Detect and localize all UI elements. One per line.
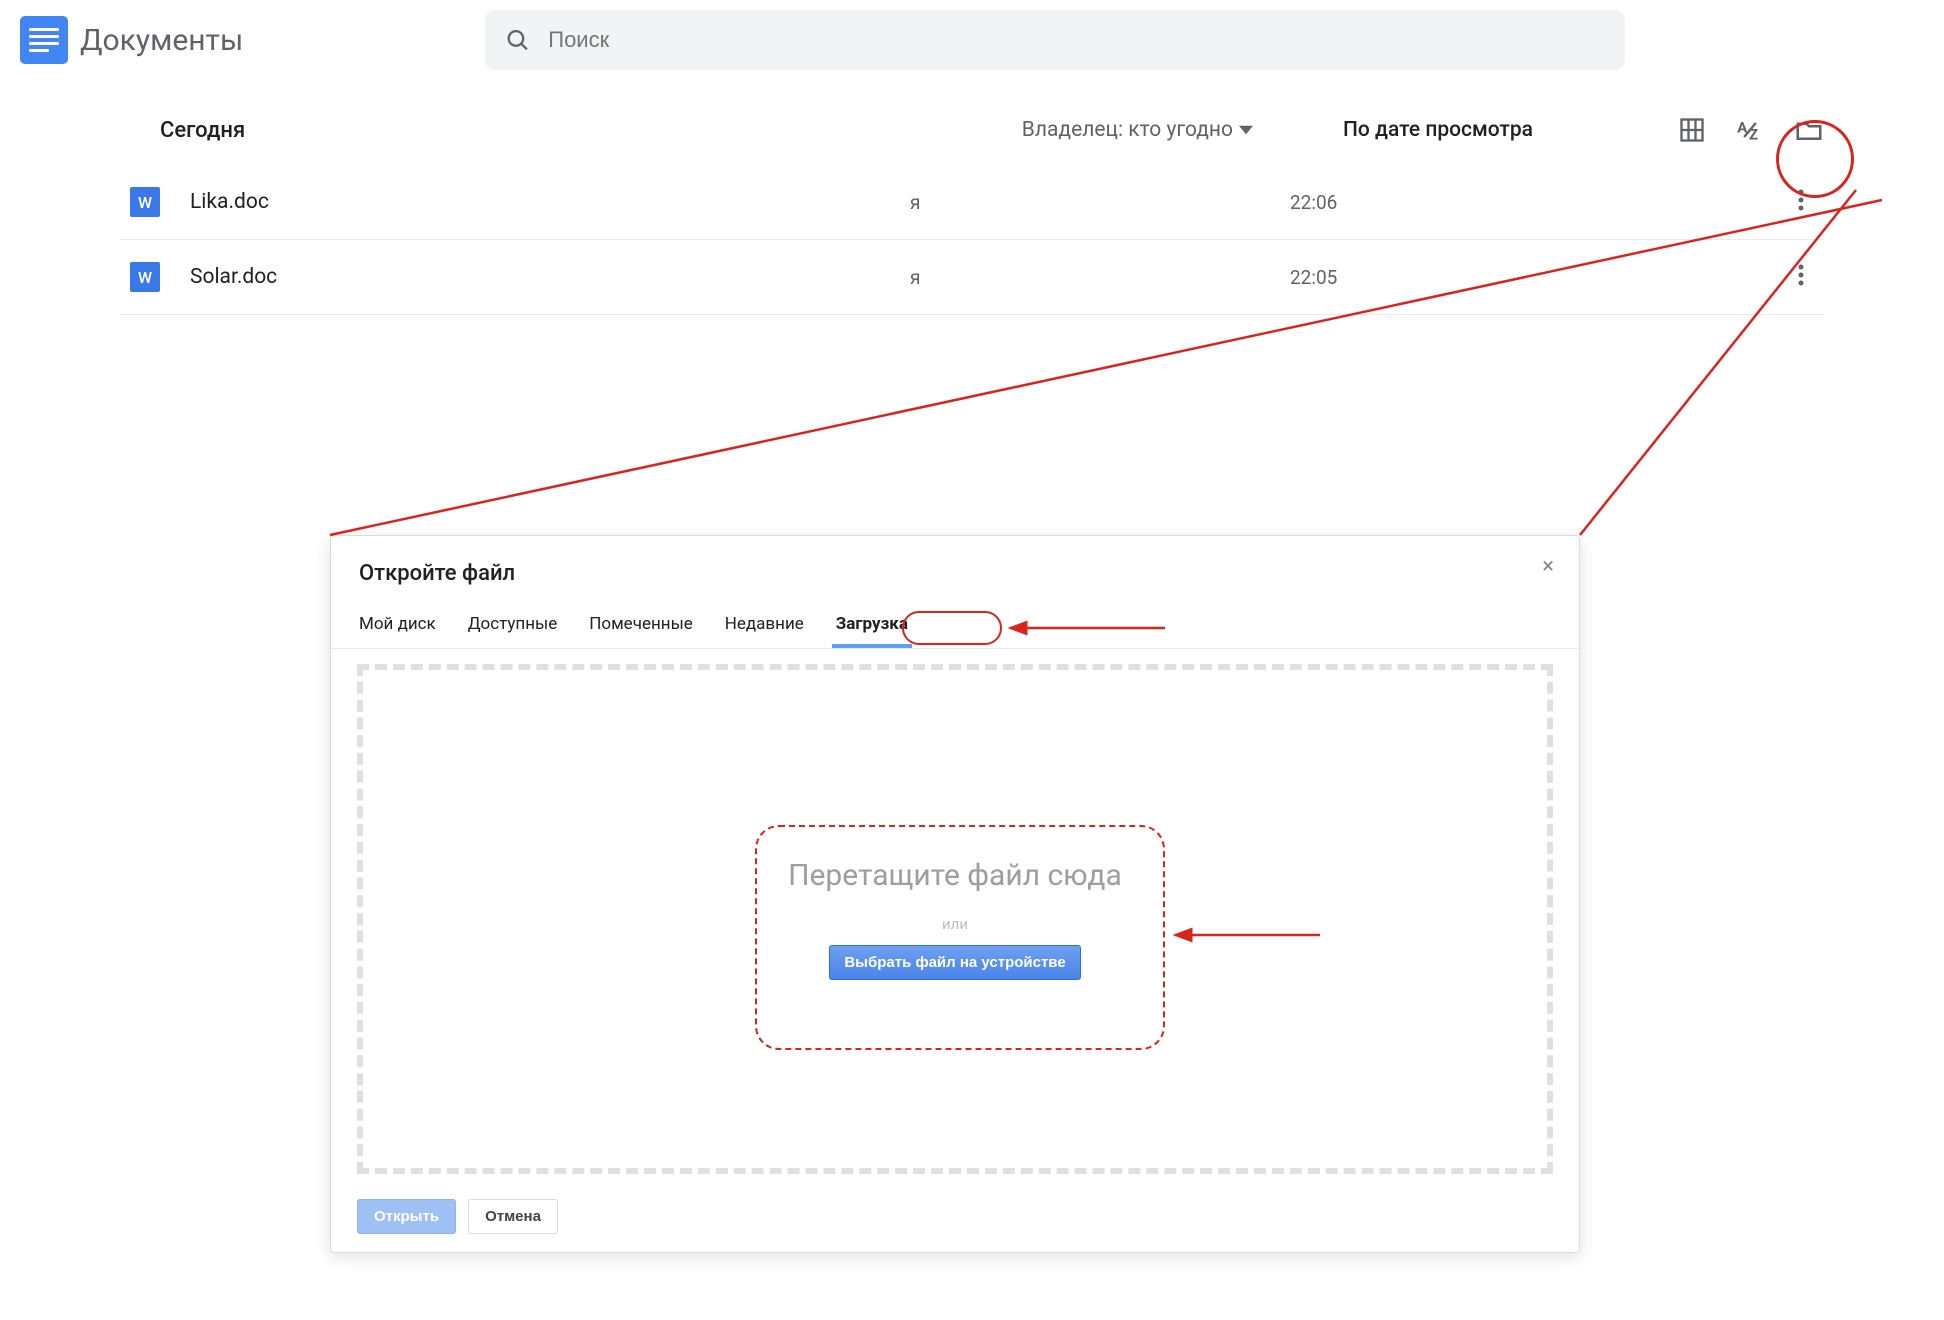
tab-starred[interactable]: Помеченные (589, 604, 693, 648)
more-options-icon[interactable] (1778, 263, 1824, 291)
open-file-dialog: Откройте файл × Мой диск Доступные Помеч… (330, 535, 1580, 1253)
dialog-title: Откройте файл (331, 556, 1579, 604)
tab-recent[interactable]: Недавние (725, 604, 804, 648)
app-header: Документы (0, 0, 1944, 80)
open-button[interactable]: Открыть (357, 1199, 456, 1234)
document-name: Lika.doc (190, 190, 910, 214)
tab-my-drive[interactable]: Мой диск (359, 604, 436, 648)
search-input[interactable] (548, 27, 1605, 53)
search-icon (505, 27, 530, 53)
document-date: 22:05 (1290, 266, 1778, 289)
document-date: 22:06 (1290, 191, 1778, 214)
document-row[interactable]: W Solar.doc я 22:05 (120, 240, 1824, 315)
owner-filter-dropdown[interactable]: Владелец: кто угодно (1022, 118, 1253, 142)
docs-logo-icon (20, 16, 68, 64)
dialog-tabs: Мой диск Доступные Помеченные Недавние З… (331, 604, 1579, 649)
tab-shared[interactable]: Доступные (468, 604, 558, 648)
sort-label[interactable]: По дате просмотра (1343, 118, 1533, 142)
document-name: Solar.doc (190, 265, 910, 289)
document-owner: я (910, 191, 1290, 214)
word-doc-icon: W (130, 187, 160, 217)
sort-az-icon[interactable]: AZ (1736, 116, 1764, 144)
owner-filter-label: Владелец: кто угодно (1022, 118, 1233, 142)
dropzone-text: Перетащите файл сюда (788, 858, 1122, 893)
select-file-button[interactable]: Выбрать файл на устройстве (829, 945, 1080, 980)
more-options-icon[interactable] (1778, 188, 1824, 216)
cancel-button[interactable]: Отмена (468, 1199, 558, 1234)
folder-open-icon[interactable] (1794, 115, 1824, 145)
toolbar: Сегодня Владелец: кто угодно По дате про… (0, 80, 1944, 165)
word-doc-icon: W (130, 262, 160, 292)
file-dropzone[interactable]: Перетащите файл сюда или Выбрать файл на… (357, 664, 1553, 1174)
section-heading: Сегодня (160, 118, 245, 143)
chevron-down-icon (1239, 123, 1253, 137)
document-row[interactable]: W Lika.doc я 22:06 (120, 165, 1824, 240)
app-title: Документы (80, 23, 243, 58)
close-icon[interactable]: × (1542, 554, 1554, 579)
search-box[interactable] (485, 10, 1625, 70)
document-list: W Lika.doc я 22:06 W Solar.doc я 22:05 (0, 165, 1944, 315)
tab-upload[interactable]: Загрузка (836, 604, 908, 648)
dropzone-or: или (942, 915, 968, 933)
document-owner: я (910, 266, 1290, 289)
grid-view-icon[interactable] (1678, 116, 1706, 144)
